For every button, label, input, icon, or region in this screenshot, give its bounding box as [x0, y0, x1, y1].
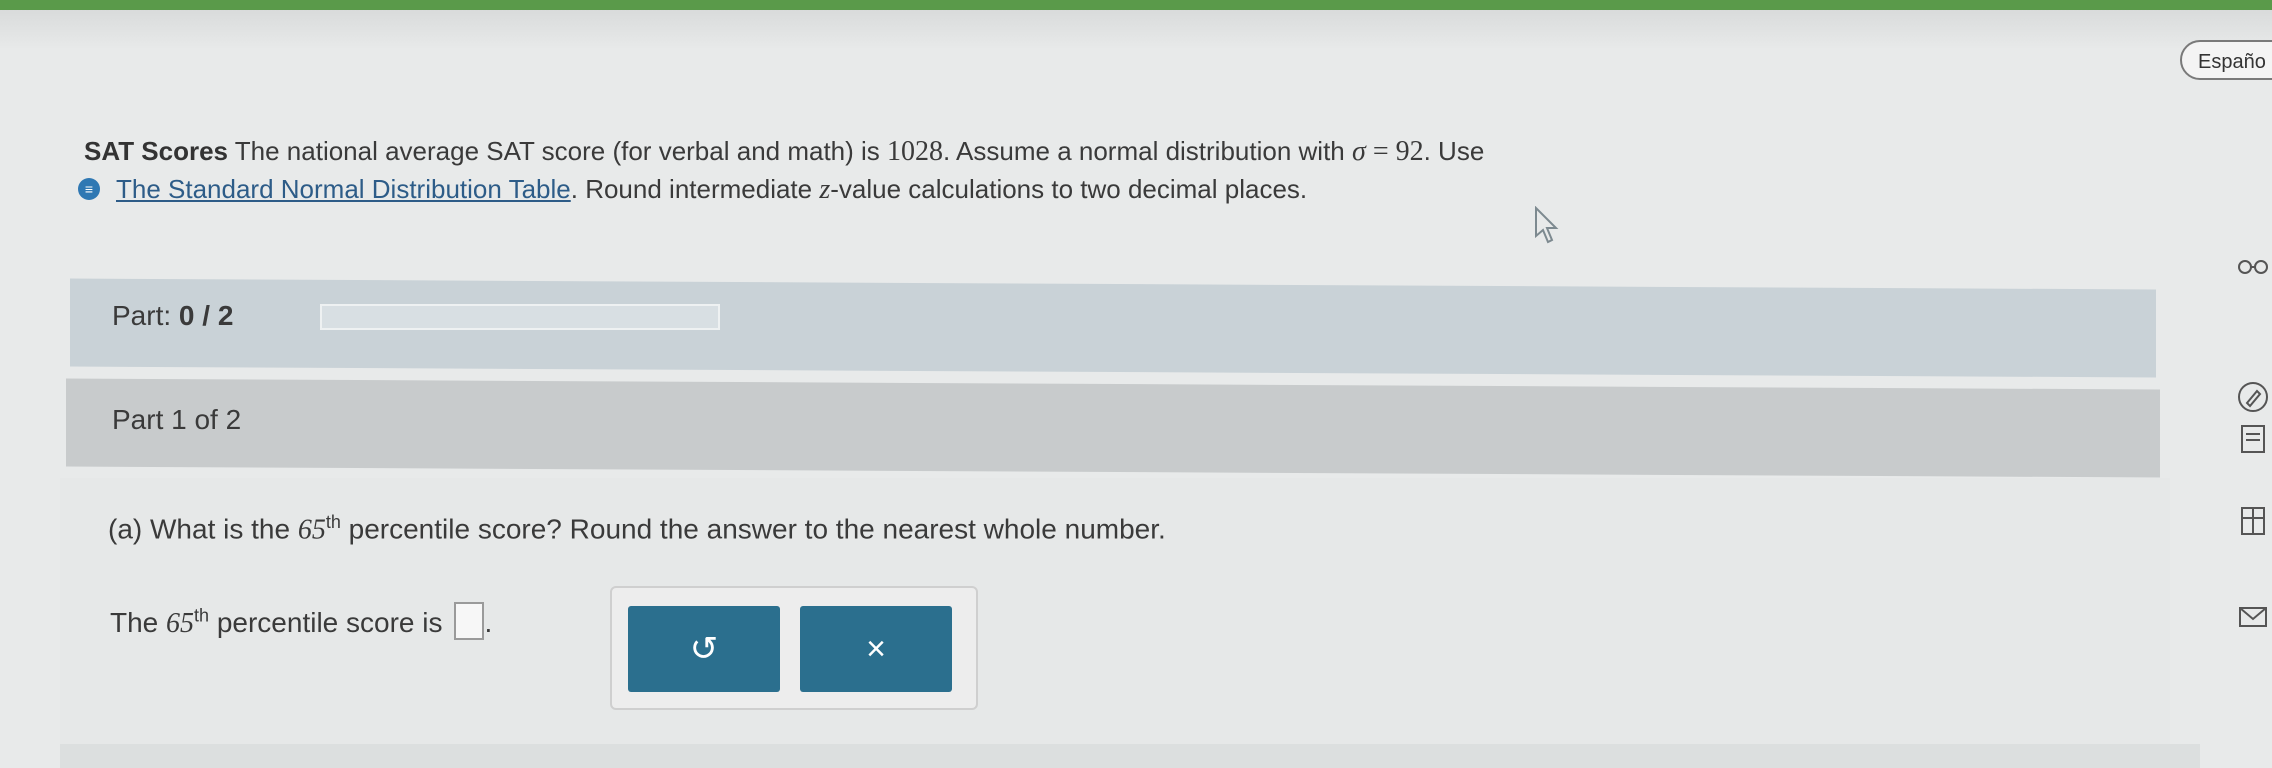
problem-statement: SAT Scores The national average SAT scor… [78, 132, 1984, 205]
problem-line-1: SAT Scores The national average SAT scor… [84, 132, 1984, 171]
book-icon[interactable] [2236, 504, 2270, 538]
table-icon[interactable]: ≡ [78, 178, 100, 200]
question-text: (a) What is the 65th percentile score? R… [108, 512, 1166, 546]
bottom-strip [60, 744, 2200, 768]
answer-input[interactable] [454, 602, 485, 640]
mail-icon[interactable] [2236, 600, 2270, 634]
answer-number: 65 [166, 608, 195, 639]
problem-text-d: . Round intermediate [570, 174, 820, 204]
answer-period: . [484, 607, 493, 638]
sigma-value: 92 [1395, 136, 1424, 167]
top-green-bar [0, 0, 2272, 10]
clear-button[interactable]: × [800, 606, 952, 692]
undo-button[interactable]: ↺ [628, 606, 780, 692]
part-total: 2 [217, 300, 234, 331]
top-shade [0, 10, 2272, 50]
mouse-cursor-icon [1535, 206, 1559, 244]
answer-prefix: The [110, 607, 167, 638]
problem-text-e: -value calculations to two decimal place… [830, 174, 1308, 204]
z-variable: z [819, 174, 831, 205]
question-prefix: (a) What is the [108, 513, 298, 545]
answer-line: The 65th percentile score is. [110, 602, 492, 640]
glasses-icon[interactable] [2236, 250, 2270, 284]
pencil-icon[interactable] [2236, 380, 2270, 414]
question-superscript: th [325, 512, 341, 532]
subpart-header-bar [66, 378, 2160, 478]
close-icon: × [866, 630, 886, 668]
standard-normal-table-link[interactable]: The Standard Normal Distribution Table [116, 174, 571, 204]
subpart-label: Part 1 of 2 [112, 404, 242, 435]
question-rest: percentile score? Round the answer to th… [340, 513, 1166, 545]
part-separator: / [194, 300, 218, 331]
mean-value: 1028 [887, 136, 944, 167]
sigma-symbol: σ [1352, 136, 1366, 167]
question-number: 65 [297, 514, 326, 546]
problem-title: SAT Scores [84, 136, 229, 166]
document-icon[interactable] [2236, 422, 2270, 456]
undo-icon: ↺ [689, 630, 719, 668]
part-label-prefix: Part: [112, 300, 179, 331]
problem-line-2: The Standard Normal Distribution Table. … [116, 170, 1307, 209]
answer-superscript: th [194, 605, 210, 626]
problem-text-c: . Use [1423, 136, 1485, 166]
part-current: 0 [178, 300, 195, 331]
part-progress-label: Part: 0 / 2 [112, 300, 233, 332]
equals-sign: = [1365, 136, 1396, 167]
answer-rest: percentile score is [209, 607, 443, 638]
language-button[interactable]: Españo [2180, 40, 2272, 80]
progress-track [320, 304, 720, 330]
problem-text-a: The national average SAT score (for verb… [228, 136, 888, 166]
answer-tool-panel: ↺ × [610, 586, 978, 710]
problem-text-b: . Assume a normal distribution with [943, 136, 1352, 166]
